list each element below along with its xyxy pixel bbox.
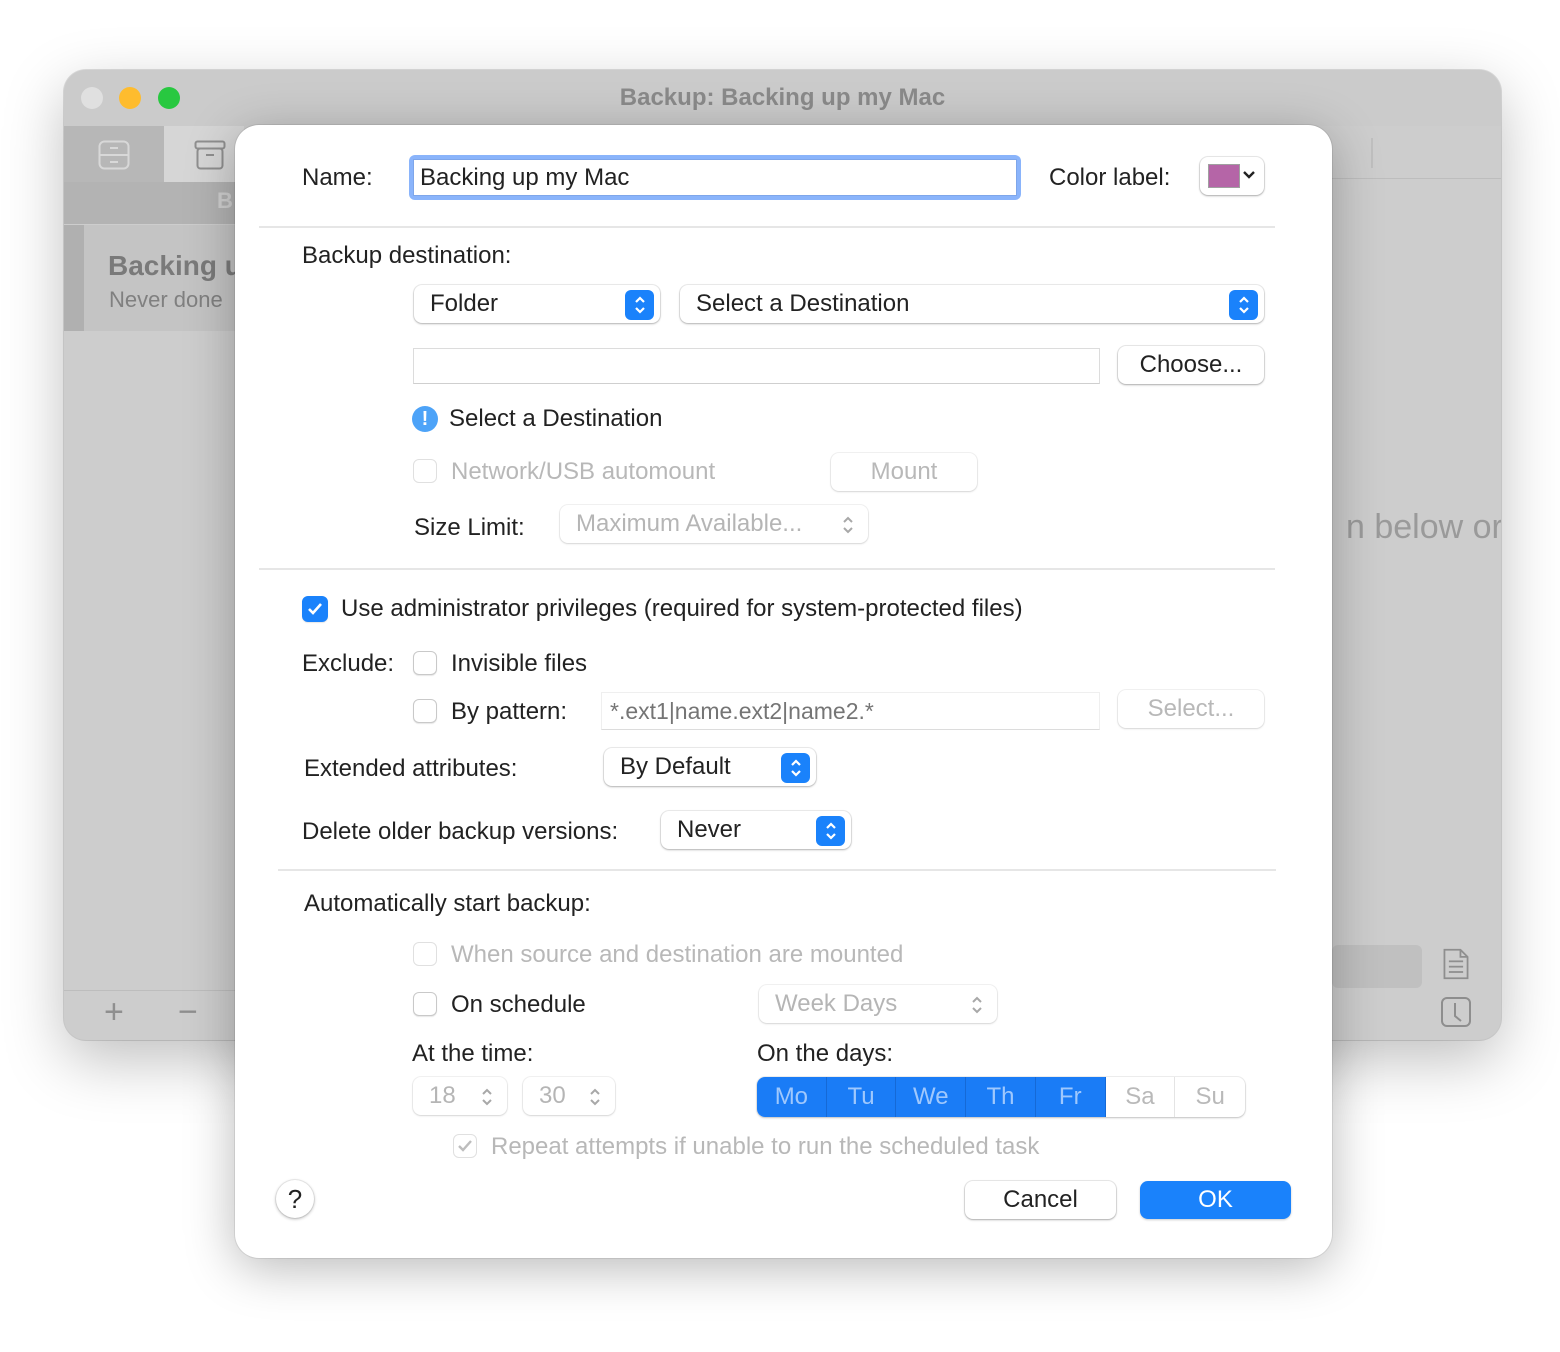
name-label: Name:	[302, 164, 373, 191]
sidebar-backup-item[interactable]: Backing up my Mac Never done	[64, 225, 369, 331]
document-icon[interactable]	[1440, 948, 1472, 980]
ok-button[interactable]: OK	[1140, 1181, 1291, 1219]
delete-versions-popup[interactable]: Never	[661, 811, 851, 849]
size-limit-popup[interactable]: Maximum Available...	[560, 505, 868, 543]
window-title: Backup: Backing up my Mac	[619, 84, 946, 111]
color-swatch	[1208, 164, 1240, 188]
pattern-select-button[interactable]: Select...	[1118, 690, 1264, 728]
mount-button[interactable]: Mount	[831, 453, 977, 491]
progress-bar-track	[1332, 945, 1422, 988]
by-pattern-label: By pattern:	[451, 698, 568, 725]
cancel-button[interactable]: Cancel	[965, 1181, 1116, 1219]
day-sunday[interactable]: Su	[1175, 1077, 1245, 1117]
toolbar-separator	[1371, 138, 1373, 168]
color-label: Color label:	[1049, 164, 1171, 191]
by-pattern-checkbox[interactable]	[413, 699, 437, 723]
tray-icon	[98, 140, 130, 170]
days-segmented-control: Mo Tu We Th Fr Sa Su	[757, 1077, 1245, 1117]
invisible-files-checkbox[interactable]	[413, 651, 437, 675]
pattern-input[interactable]	[601, 692, 1100, 730]
delete-versions-value: Never	[677, 816, 742, 843]
day-wednesday[interactable]: We	[896, 1077, 967, 1117]
repeat-attempts-label: Repeat attempts if unable to run the sch…	[491, 1133, 1040, 1160]
remove-backup-button[interactable]: −	[178, 993, 198, 1032]
warning-info-icon: !	[412, 406, 438, 432]
automount-label: Network/USB automount	[451, 458, 716, 485]
backup-item-status: Never done	[109, 287, 223, 312]
clock-icon[interactable]	[1440, 996, 1472, 1028]
extended-attributes-value: By Default	[620, 753, 731, 780]
day-tuesday[interactable]: Tu	[826, 1077, 897, 1117]
up-down-chevron-icon	[1229, 290, 1258, 320]
on-schedule-checkbox[interactable]	[413, 992, 437, 1016]
destination-path-field[interactable]	[413, 348, 1100, 384]
minute-value: 30	[539, 1082, 566, 1109]
sidebar-header-label: B	[217, 188, 233, 213]
up-down-chevron-icon	[781, 753, 810, 783]
divider	[278, 869, 1276, 871]
checkmark-icon	[308, 603, 322, 615]
on-days-label: On the days:	[757, 1040, 894, 1067]
destination-type-value: Folder	[430, 290, 499, 317]
day-thursday[interactable]: Th	[966, 1077, 1036, 1117]
hour-value: 18	[429, 1082, 456, 1109]
archive-box-icon	[194, 140, 226, 170]
minute-stepper[interactable]: 30	[523, 1077, 615, 1115]
chevron-down-icon	[1243, 171, 1255, 179]
up-down-chevron-icon	[967, 990, 987, 1020]
toolbar-divider	[1332, 178, 1501, 179]
hour-stepper[interactable]: 18	[413, 1077, 507, 1115]
color-label-picker[interactable]	[1200, 157, 1264, 195]
name-input[interactable]	[413, 159, 1017, 196]
auto-start-heading: Automatically start backup:	[304, 890, 591, 917]
automount-checkbox[interactable]	[413, 459, 437, 483]
size-limit-label: Size Limit:	[414, 514, 525, 541]
backup-destination-heading: Backup destination:	[302, 242, 512, 269]
destination-warning-text: Select a Destination	[449, 405, 663, 432]
extended-attributes-label: Extended attributes:	[304, 755, 518, 782]
schedule-frequency-value: Week Days	[775, 990, 898, 1017]
choose-button[interactable]: Choose...	[1118, 346, 1264, 384]
checkmark-icon	[458, 1140, 472, 1152]
admin-privileges-checkbox[interactable]	[302, 596, 328, 622]
empty-state-hint: n below or	[1346, 508, 1501, 546]
day-monday[interactable]: Mo	[757, 1077, 827, 1117]
selection-accent	[64, 225, 84, 331]
at-time-label: At the time:	[412, 1040, 534, 1067]
add-backup-button[interactable]: +	[104, 993, 124, 1032]
toolbar-tab-backups[interactable]	[64, 126, 164, 182]
day-saturday[interactable]: Sa	[1106, 1077, 1176, 1117]
sidebar-header: B	[64, 182, 244, 224]
invisible-files-label: Invisible files	[451, 650, 588, 677]
when-mounted-checkbox[interactable]	[413, 942, 437, 966]
size-limit-value: Maximum Available...	[576, 510, 803, 537]
day-friday[interactable]: Fr	[1035, 1077, 1106, 1117]
exclude-label: Exclude:	[302, 650, 395, 677]
help-button[interactable]: ?	[276, 1180, 314, 1218]
on-schedule-label: On schedule	[451, 991, 586, 1018]
extended-attributes-popup[interactable]: By Default	[604, 748, 816, 786]
when-mounted-label: When source and destination are mounted	[451, 941, 904, 968]
destination-value: Select a Destination	[696, 290, 910, 317]
schedule-frequency-popup[interactable]: Week Days	[759, 985, 997, 1023]
up-down-chevron-icon	[838, 510, 858, 540]
repeat-attempts-checkbox[interactable]	[453, 1134, 477, 1158]
up-down-chevron-icon	[477, 1082, 497, 1112]
up-down-chevron-icon	[585, 1082, 605, 1112]
divider	[259, 568, 1275, 570]
delete-versions-label: Delete older backup versions:	[302, 818, 619, 845]
admin-privileges-label: Use administrator privileges (required f…	[341, 595, 1023, 622]
up-down-chevron-icon	[816, 816, 845, 846]
destination-type-popup[interactable]: Folder	[414, 285, 660, 323]
sidebar-footer: + −	[64, 990, 244, 1040]
divider	[259, 226, 1275, 228]
destination-popup[interactable]: Select a Destination	[680, 285, 1264, 323]
toolbar-tab-archive[interactable]	[164, 126, 244, 182]
up-down-chevron-icon	[625, 290, 654, 320]
